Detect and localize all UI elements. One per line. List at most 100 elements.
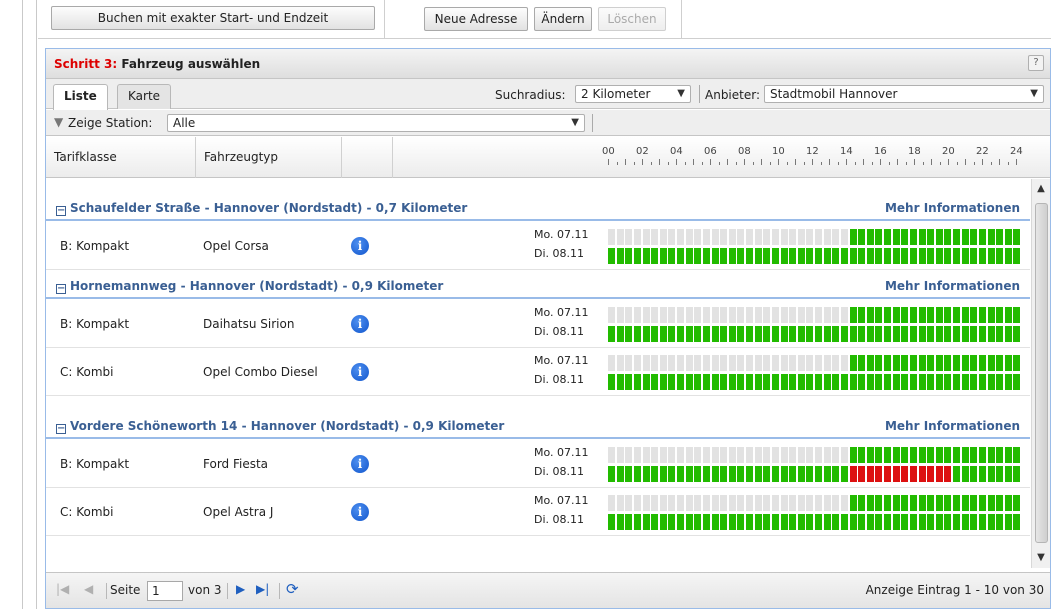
availability-slot[interactable] bbox=[961, 248, 969, 264]
availability-slot[interactable] bbox=[987, 229, 995, 245]
availability-slot[interactable] bbox=[970, 447, 978, 463]
availability-slot[interactable] bbox=[789, 355, 797, 371]
availability-slot[interactable] bbox=[633, 355, 641, 371]
availability-slot[interactable] bbox=[685, 495, 693, 511]
availability-slot[interactable] bbox=[780, 355, 788, 371]
availability-slot[interactable] bbox=[953, 374, 961, 390]
availability-slot[interactable] bbox=[677, 307, 685, 323]
availability-slot[interactable] bbox=[953, 466, 961, 482]
availability-slot[interactable] bbox=[702, 447, 710, 463]
availability-slot[interactable] bbox=[659, 514, 667, 530]
availability-slot[interactable] bbox=[625, 447, 633, 463]
availability-slot[interactable] bbox=[996, 248, 1004, 264]
availability-bar[interactable] bbox=[608, 248, 1022, 264]
availability-slot[interactable] bbox=[668, 374, 676, 390]
availability-slot[interactable] bbox=[625, 495, 633, 511]
availability-slot[interactable] bbox=[797, 307, 805, 323]
availability-slot[interactable] bbox=[685, 514, 693, 530]
change-address-button[interactable]: Ändern bbox=[534, 7, 592, 31]
availability-slot[interactable] bbox=[884, 229, 892, 245]
availability-slot[interactable] bbox=[746, 307, 754, 323]
availability-slot[interactable] bbox=[832, 326, 840, 342]
availability-slot[interactable] bbox=[901, 248, 909, 264]
availability-slot[interactable] bbox=[823, 466, 831, 482]
availability-slot[interactable] bbox=[720, 307, 728, 323]
availability-slot[interactable] bbox=[771, 229, 779, 245]
availability-slot[interactable] bbox=[970, 307, 978, 323]
availability-slot[interactable] bbox=[840, 248, 848, 264]
availability-slot[interactable] bbox=[608, 374, 616, 390]
availability-slot[interactable] bbox=[659, 374, 667, 390]
availability-slot[interactable] bbox=[763, 355, 771, 371]
availability-slot[interactable] bbox=[797, 248, 805, 264]
availability-slot[interactable] bbox=[659, 447, 667, 463]
availability-slot[interactable] bbox=[737, 514, 745, 530]
availability-slot[interactable] bbox=[909, 307, 917, 323]
availability-slot[interactable] bbox=[1013, 514, 1021, 530]
availability-slot[interactable] bbox=[771, 447, 779, 463]
availability-slot[interactable] bbox=[1004, 447, 1012, 463]
availability-slot[interactable] bbox=[927, 355, 935, 371]
availability-slot[interactable] bbox=[840, 514, 848, 530]
availability-slot[interactable] bbox=[780, 447, 788, 463]
availability-slot[interactable] bbox=[858, 466, 866, 482]
availability-slot[interactable] bbox=[978, 326, 986, 342]
availability-slot[interactable] bbox=[849, 374, 857, 390]
availability-slot[interactable] bbox=[927, 447, 935, 463]
availability-slot[interactable] bbox=[780, 248, 788, 264]
availability-slot[interactable] bbox=[944, 374, 952, 390]
availability-slot[interactable] bbox=[668, 514, 676, 530]
availability-slot[interactable] bbox=[746, 447, 754, 463]
availability-slot[interactable] bbox=[875, 229, 883, 245]
availability-slot[interactable] bbox=[616, 229, 624, 245]
availability-slot[interactable] bbox=[771, 326, 779, 342]
availability-slot[interactable] bbox=[918, 514, 926, 530]
availability-slot[interactable] bbox=[746, 248, 754, 264]
availability-slot[interactable] bbox=[909, 355, 917, 371]
availability-slot[interactable] bbox=[771, 495, 779, 511]
availability-slot[interactable] bbox=[608, 326, 616, 342]
availability-slot[interactable] bbox=[849, 447, 857, 463]
availability-slot[interactable] bbox=[970, 326, 978, 342]
vehicle-row[interactable]: B: Kompakt Opel Corsa i Mo. 07.11 Di. 08.11 bbox=[46, 223, 1030, 270]
availability-slot[interactable] bbox=[970, 466, 978, 482]
availability-slot[interactable] bbox=[875, 466, 883, 482]
availability-slot[interactable] bbox=[978, 248, 986, 264]
availability-slot[interactable] bbox=[927, 248, 935, 264]
availability-slot[interactable] bbox=[935, 229, 943, 245]
collapse-icon[interactable]: − bbox=[56, 206, 66, 216]
availability-slot[interactable] bbox=[728, 229, 736, 245]
availability-slot[interactable] bbox=[720, 447, 728, 463]
availability-slot[interactable] bbox=[1013, 229, 1021, 245]
availability-slot[interactable] bbox=[953, 326, 961, 342]
availability-slot[interactable] bbox=[918, 447, 926, 463]
availability-slot[interactable] bbox=[694, 248, 702, 264]
availability-slot[interactable] bbox=[1004, 248, 1012, 264]
availability-slot[interactable] bbox=[918, 495, 926, 511]
availability-slot[interactable] bbox=[970, 495, 978, 511]
availability-slot[interactable] bbox=[875, 374, 883, 390]
availability-slot[interactable] bbox=[694, 355, 702, 371]
availability-slot[interactable] bbox=[711, 248, 719, 264]
availability-slot[interactable] bbox=[763, 307, 771, 323]
availability-slot[interactable] bbox=[987, 248, 995, 264]
availability-slot[interactable] bbox=[694, 307, 702, 323]
availability-slot[interactable] bbox=[642, 307, 650, 323]
availability-slot[interactable] bbox=[892, 447, 900, 463]
availability-slot[interactable] bbox=[961, 495, 969, 511]
info-icon[interactable]: i bbox=[351, 363, 369, 381]
availability-slot[interactable] bbox=[935, 466, 943, 482]
availability-slot[interactable] bbox=[832, 229, 840, 245]
availability-slot[interactable] bbox=[702, 355, 710, 371]
availability-slot[interactable] bbox=[746, 326, 754, 342]
availability-slot[interactable] bbox=[633, 514, 641, 530]
availability-slot[interactable] bbox=[763, 495, 771, 511]
availability-slot[interactable] bbox=[892, 466, 900, 482]
availability-slot[interactable] bbox=[754, 307, 762, 323]
availability-slot[interactable] bbox=[901, 447, 909, 463]
availability-slot[interactable] bbox=[944, 326, 952, 342]
availability-slot[interactable] bbox=[651, 229, 659, 245]
availability-slot[interactable] bbox=[642, 229, 650, 245]
availability-slot[interactable] bbox=[978, 355, 986, 371]
availability-slot[interactable] bbox=[668, 326, 676, 342]
